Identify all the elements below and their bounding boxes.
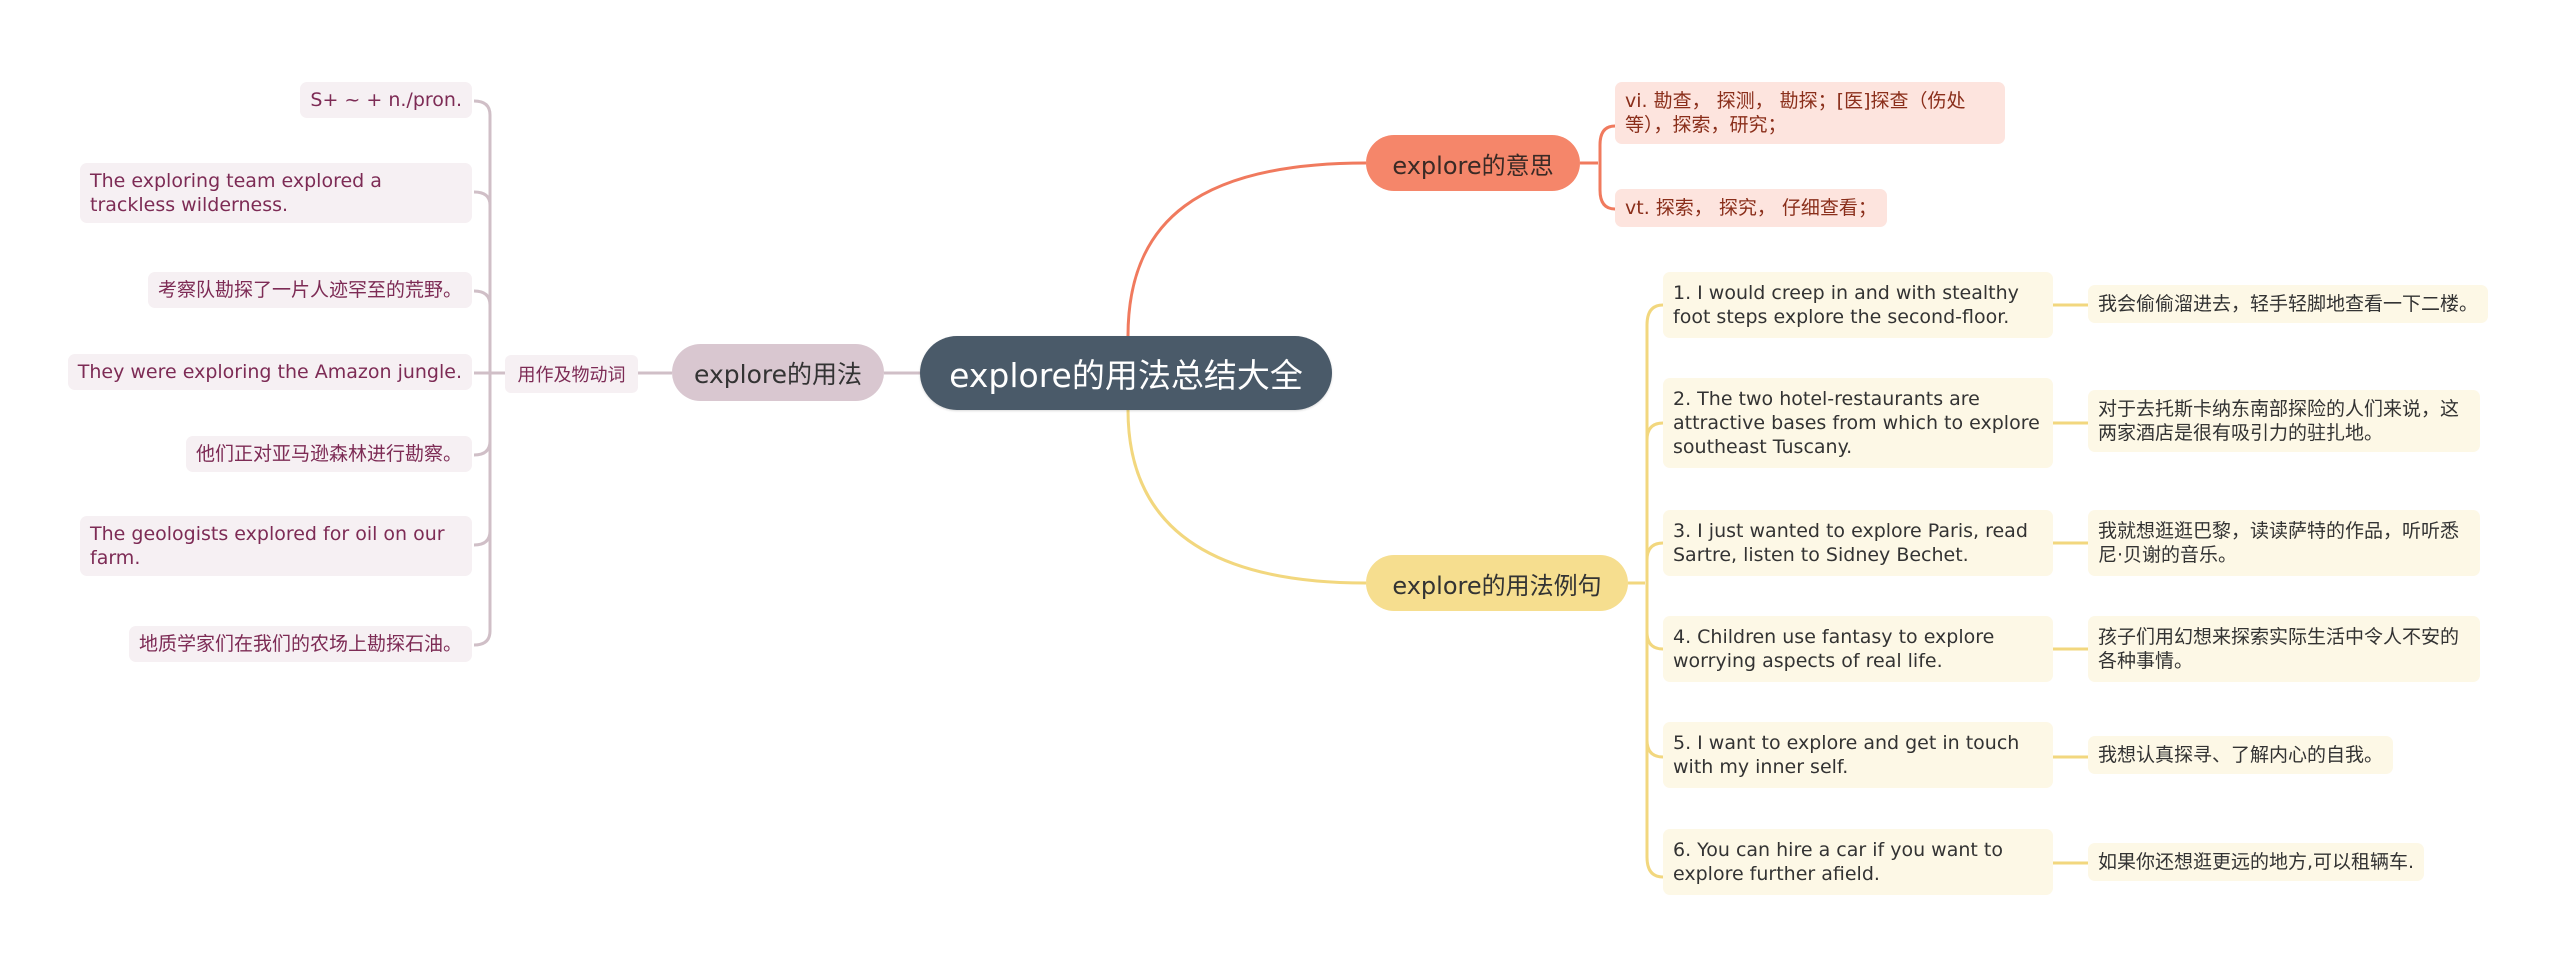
branch-usage[interactable]: explore的用法	[672, 344, 884, 401]
branch-examples[interactable]: explore的用法例句	[1366, 555, 1628, 611]
example-en[interactable]: 4. Children use fantasy to explore worry…	[1663, 616, 2053, 682]
example-en[interactable]: 2. The two hotel-restaurants are attract…	[1663, 378, 2053, 468]
usage-item-example-en[interactable]: The exploring team explored a trackless …	[80, 163, 472, 223]
usage-item-example-en[interactable]: The geologists explored for oil on our f…	[80, 516, 472, 576]
usage-item-example-zh[interactable]: 地质学家们在我们的农场上勘探石油。	[128, 626, 472, 662]
meaning-item-vt[interactable]: vt. 探索， 探究， 仔细查看；	[1615, 189, 1887, 227]
usage-item-example-zh[interactable]: 考察队勘探了一片人迹罕至的荒野。	[147, 272, 472, 308]
usage-item-example-zh[interactable]: 他们正对亚马逊森林进行勘察。	[185, 436, 472, 472]
link-root-meaning	[1126, 161, 1367, 337]
example-zh[interactable]: 我想认真探寻、了解内心的自我。	[2088, 736, 2394, 774]
connector-lines	[473, 99, 2088, 879]
example-en[interactable]: 6. You can hire a car if you want to exp…	[1663, 829, 2053, 895]
meaning-item-vi[interactable]: vi. 勘查， 探测， 勘探；[医]探查（伤处等），探索，研究；	[1615, 82, 2005, 144]
usage-item-pattern[interactable]: S+ ~ + n./pron.	[300, 82, 472, 118]
branch-meaning[interactable]: explore的意思	[1366, 135, 1580, 191]
link-root-example	[1126, 409, 1367, 585]
example-en[interactable]: 3. I just wanted to explore Paris, read …	[1663, 510, 2053, 576]
example-zh[interactable]: 对于去托斯卡纳东南部探险的人们来说，这两家酒店是很有吸引力的驻扎地。	[2088, 390, 2480, 452]
example-en[interactable]: 5. I want to explore and get in touch wi…	[1663, 722, 2053, 788]
example-en[interactable]: 1. I would creep in and with stealthy fo…	[1663, 272, 2053, 338]
example-zh[interactable]: 我就想逛逛巴黎，读读萨特的作品，听听悉尼·贝谢的音乐。	[2088, 510, 2480, 576]
usage-sublabel-transitive-verb[interactable]: 用作及物动词	[505, 355, 638, 393]
example-zh[interactable]: 孩子们用幻想来探索实际生活中令人不安的各种事情。	[2088, 616, 2480, 682]
example-zh[interactable]: 如果你还想逛更远的地方,可以租辆车.	[2088, 843, 2425, 881]
root-topic[interactable]: explore的用法总结大全	[920, 336, 1332, 410]
example-zh[interactable]: 我会偷偷溜进去，轻手轻脚地查看一下二楼。	[2088, 285, 2489, 323]
usage-item-example-en[interactable]: They were exploring the Amazon jungle.	[67, 354, 472, 390]
